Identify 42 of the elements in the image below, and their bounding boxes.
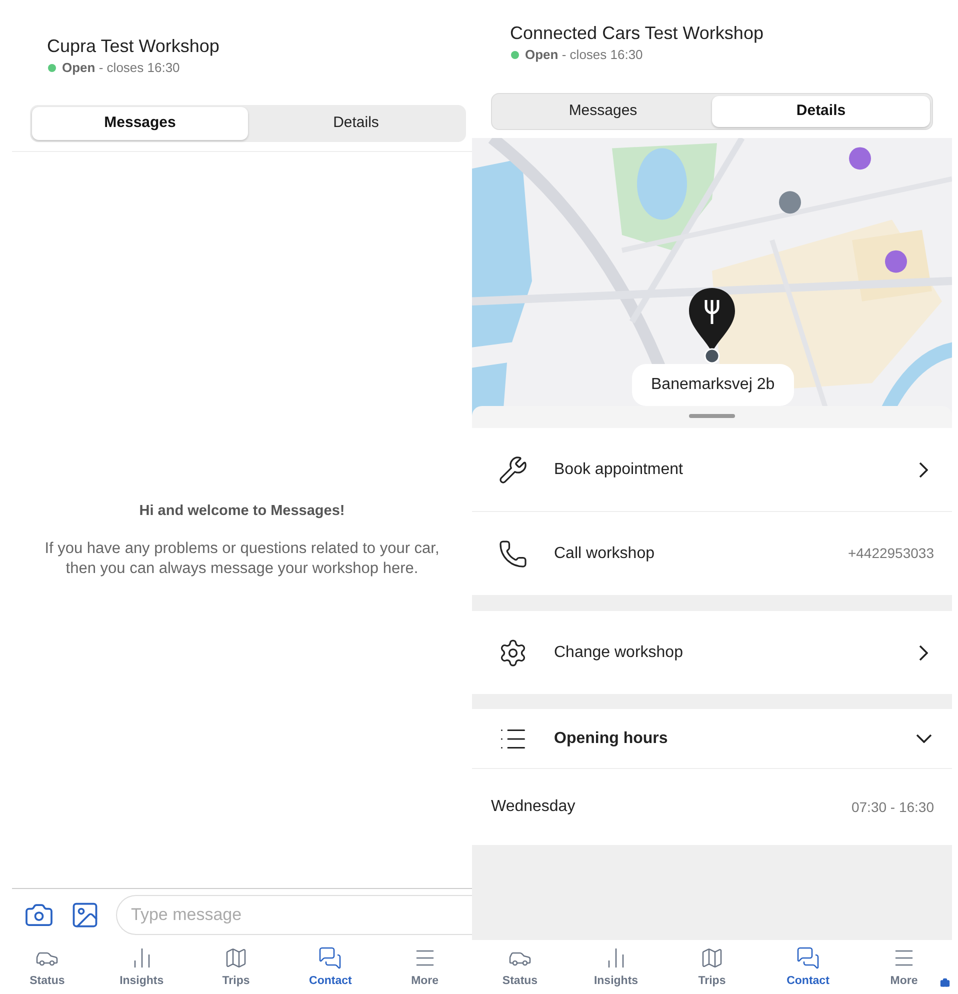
workshop-name: Connected Cars Test Workshop xyxy=(510,22,764,44)
address-callout: Banemarksvej 2b xyxy=(632,364,794,406)
tab[interactable]: Details xyxy=(712,96,930,127)
nav-tab[interactable]: More xyxy=(856,946,952,990)
message-field[interactable]: Type message xyxy=(116,894,472,934)
nav-tab[interactable]: Status xyxy=(472,946,568,990)
map-pin-icon xyxy=(688,288,736,364)
phone-icon xyxy=(498,538,528,568)
map-icon xyxy=(224,946,248,970)
nav-tab[interactable]: Contact xyxy=(760,946,856,990)
map-icon xyxy=(700,946,724,970)
action-row[interactable]: Call workshop +4422953033 xyxy=(472,512,952,595)
chevron-down-icon xyxy=(916,734,932,743)
welcome-title: Hi and welcome to Messages! xyxy=(139,502,345,521)
nav-tab[interactable]: Status xyxy=(0,946,94,990)
chat-icon xyxy=(796,946,820,970)
nav-tab[interactable]: Insights xyxy=(94,946,189,990)
tab[interactable]: Messages xyxy=(494,96,712,127)
action-row[interactable]: Change workshop xyxy=(472,611,952,694)
nav-tab[interactable]: More xyxy=(378,946,472,990)
tab[interactable]: Messages xyxy=(32,107,248,140)
chat-icon xyxy=(318,946,342,970)
welcome-text: If you have any problems or questions related to your car, then you can always message your workshop here. xyxy=(44,539,440,580)
drag-handle[interactable] xyxy=(689,414,735,418)
tab[interactable]: Details xyxy=(248,107,464,140)
opening-hours-header[interactable]: Opening hours xyxy=(472,709,952,769)
wrench-icon xyxy=(498,454,528,484)
nav-tab[interactable]: Trips xyxy=(188,946,284,990)
hours-text: 07:30 - 16:30 xyxy=(851,798,934,816)
workshop-name: Cupra Test Workshop xyxy=(47,35,220,57)
status-text: Open - closes 16:30 xyxy=(62,59,180,77)
chevron-right-icon xyxy=(919,644,928,660)
briefcase-icon xyxy=(940,978,950,988)
nav-tab[interactable]: Insights xyxy=(568,946,664,990)
chevron-right-icon xyxy=(919,462,928,478)
phone-number: +4422953033 xyxy=(848,544,934,563)
action-row[interactable]: Book appointment xyxy=(472,428,952,511)
nav-tab[interactable]: Contact xyxy=(283,946,378,990)
day-label: Wednesday xyxy=(491,797,576,817)
status-text: Open - closes 16:30 xyxy=(525,46,643,64)
gear-icon xyxy=(498,638,528,668)
nav-tab[interactable]: Trips xyxy=(664,946,760,990)
